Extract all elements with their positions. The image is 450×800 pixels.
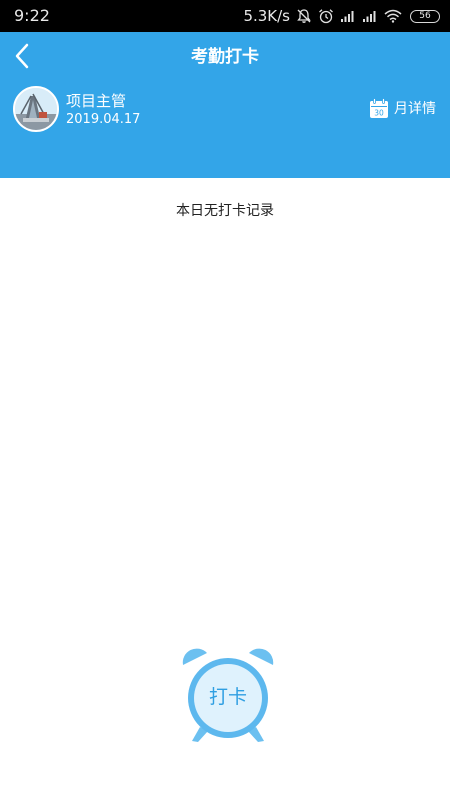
avatar-image [15,88,57,130]
header: 考勤打卡 项目主管 2019.04.17 30 月详情 [0,32,450,178]
mute-notification-icon [297,9,311,23]
month-detail-label: 月详情 [394,100,436,117]
user-name: 项目主管 [66,92,127,110]
battery-level: 56 [419,11,431,21]
calendar-icon: 30 [370,98,388,118]
punch-in-label: 打卡 [208,686,247,708]
user-date: 2019.04.17 [66,112,141,127]
month-detail-button[interactable]: 30 月详情 [369,98,436,119]
alarm-icon [319,9,333,24]
page-title: 考勤打卡 [191,47,259,67]
avatar[interactable] [13,86,59,132]
network-speed: 5.3K/s [243,7,290,25]
status-icons: 5.3K/s 56 [243,6,440,26]
empty-records-message: 本日无打卡记录 [176,203,274,219]
signal-icon [363,11,376,22]
calendar-day: 30 [374,109,384,118]
wifi-icon [384,9,402,23]
battery-icon: 56 [410,9,440,23]
punch-in-button[interactable]: 打卡 [178,645,278,745]
signal-icon [341,11,354,22]
attendance-screen: 9:22 5.3K/s 56 考勤打卡 项目主管 2019.04.17 30 月… [0,0,450,800]
status-bar: 9:22 5.3K/s 56 [0,0,450,32]
status-time: 9:22 [14,6,50,25]
